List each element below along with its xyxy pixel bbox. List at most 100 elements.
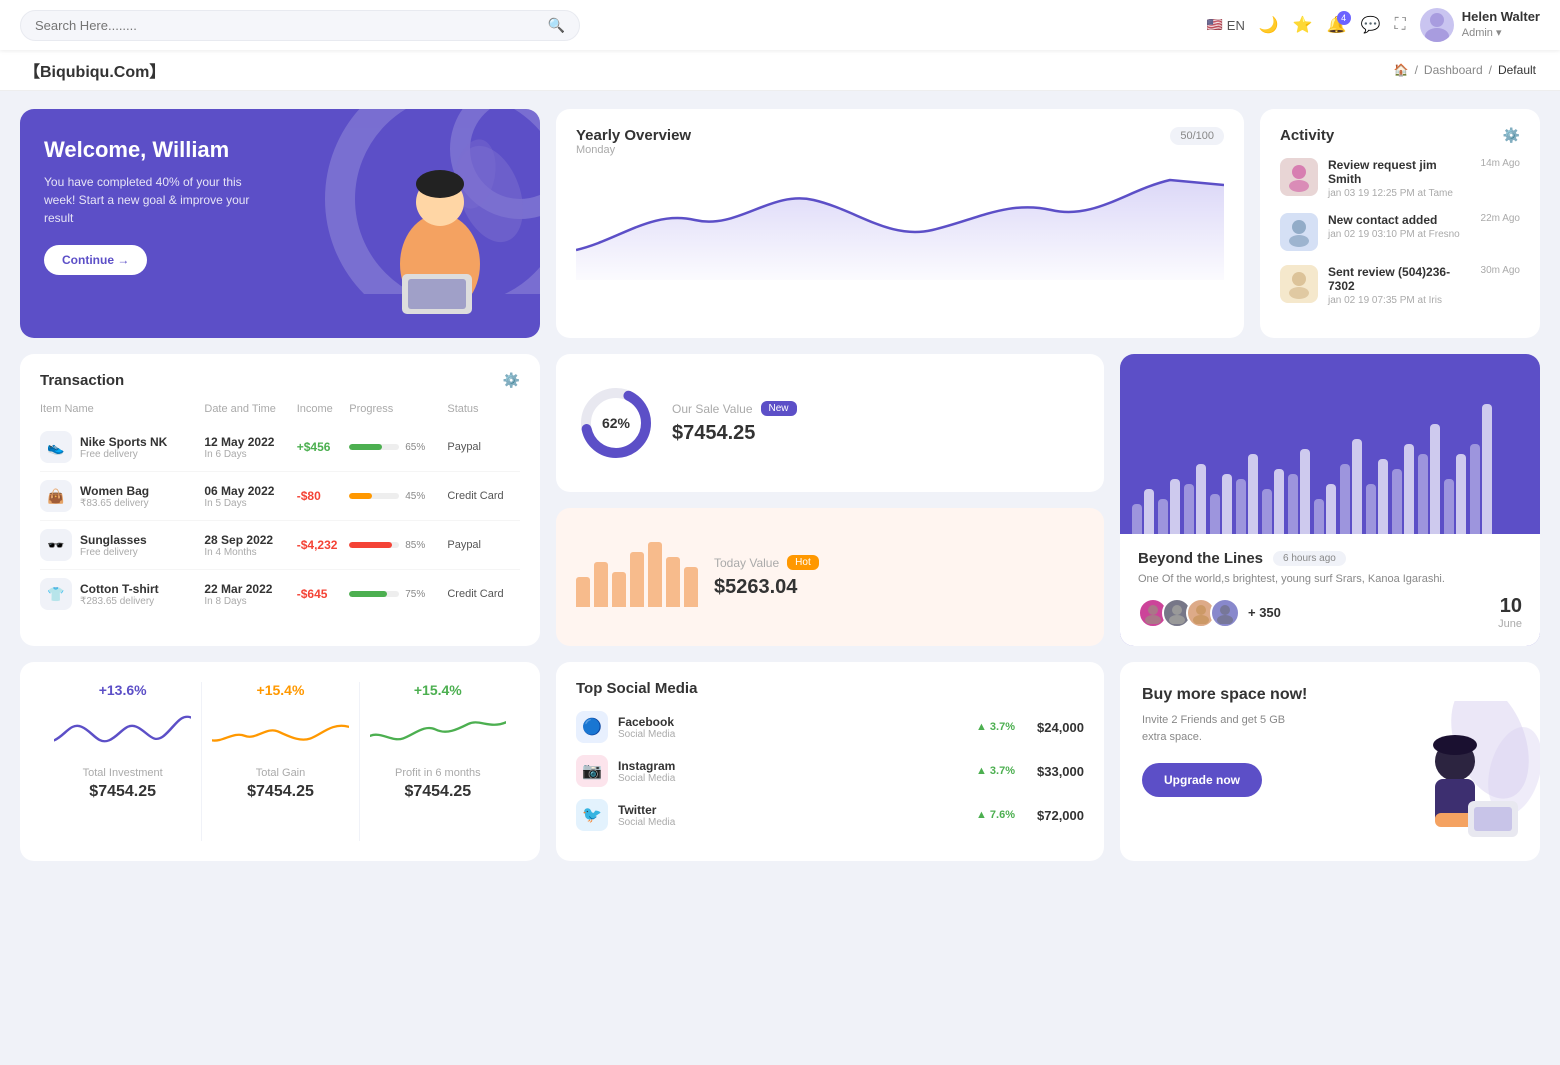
activity-item-1: Review request jim Smith jan 03 19 12:25… [1280, 158, 1520, 199]
activity-thumb-2 [1280, 213, 1318, 251]
beyond-bar [1392, 469, 1402, 534]
yearly-overview-card: Yearly Overview Monday 50/100 [556, 109, 1244, 338]
main-content: Welcome, William You have completed 40% … [0, 91, 1560, 879]
user-menu[interactable]: Helen Walter Admin ▾ [1420, 8, 1540, 42]
activity-info-1: Review request jim Smith jan 03 19 12:25… [1328, 158, 1471, 199]
welcome-card: Welcome, William You have completed 40% … [20, 109, 540, 338]
activity-desc-1: jan 03 19 12:25 PM at Tame [1328, 188, 1471, 199]
header: 🔍 🇺🇸 EN 🌙 ⭐ 🔔 4 💬 ⛶ Helen Walter Admin ▾ [0, 0, 1560, 50]
beyond-card: Beyond the Lines 6 hours ago One Of the … [1120, 354, 1540, 646]
beyond-bar [1222, 474, 1232, 534]
beyond-title: Beyond the Lines [1138, 550, 1263, 567]
beyond-avatars-wrap: + 350 [1138, 598, 1281, 628]
breadcrumb: 🏠 / Dashboard / Default [1394, 63, 1536, 77]
sale-value-card: 62% Our Sale Value New $7454.25 [556, 354, 1104, 492]
user-role: Admin ▾ [1462, 26, 1540, 40]
activity-time-1: 14m Ago [1481, 158, 1520, 169]
today-bar [612, 572, 626, 607]
beyond-bar [1248, 454, 1258, 534]
social-item-1: 📷 Instagram Social Media ▲ 3.7% $33,000 [576, 755, 1084, 787]
sale-badge: New [761, 401, 797, 416]
breadcrumb-dashboard[interactable]: Dashboard [1424, 63, 1483, 77]
search-bar[interactable]: 🔍 [20, 10, 580, 41]
beyond-bar [1404, 444, 1414, 534]
activity-time-2: 22m Ago [1481, 213, 1520, 224]
social-items: 🔵 Facebook Social Media ▲ 3.7% $24,000 📷… [576, 711, 1084, 831]
social-item-2: 🐦 Twitter Social Media ▲ 7.6% $72,000 [576, 799, 1084, 831]
stat-item-2: +15.4% Profit in 6 months $7454.25 [359, 682, 516, 841]
social-media-card: Top Social Media 🔵 Facebook Social Media… [556, 662, 1104, 861]
home-icon[interactable]: 🏠 [1394, 63, 1409, 77]
beyond-bar [1482, 404, 1492, 534]
sale-info: Our Sale Value New $7454.25 [672, 401, 797, 445]
transaction-table: Item Name Date and Time Income Progress … [40, 403, 520, 618]
beyond-bar [1158, 499, 1168, 534]
beyond-bar [1340, 464, 1350, 534]
buyspace-description: Invite 2 Friends and get 5 GB extra spac… [1142, 712, 1302, 745]
flag-icon: 🇺🇸 [1207, 17, 1223, 33]
beyond-bar-group [1470, 404, 1492, 534]
notification-badge: 4 [1337, 11, 1351, 25]
beyond-bar-group [1184, 464, 1206, 534]
today-title: Today Value [714, 556, 779, 570]
yearly-title: Yearly Overview [576, 127, 691, 144]
breadcrumb-default: Default [1498, 63, 1536, 77]
transaction-card: Transaction ⚙️ Item Name Date and Time I… [20, 354, 540, 646]
star-icon[interactable]: ⭐ [1293, 15, 1313, 35]
beyond-bar-group [1262, 469, 1284, 534]
beyond-bar [1378, 459, 1388, 534]
header-right: 🇺🇸 EN 🌙 ⭐ 🔔 4 💬 ⛶ Helen Walter Admin ▾ [1207, 8, 1540, 42]
activity-settings-icon[interactable]: ⚙️ [1503, 127, 1520, 144]
transaction-title: Transaction [40, 372, 124, 389]
row2: Transaction ⚙️ Item Name Date and Time I… [20, 354, 1540, 646]
language-selector[interactable]: 🇺🇸 EN [1207, 17, 1245, 33]
search-input[interactable] [35, 18, 548, 33]
beyond-footer: + 350 10 June [1138, 595, 1522, 630]
beyond-bar [1326, 484, 1336, 534]
beyond-bar [1300, 449, 1310, 534]
col-income: Income [297, 403, 350, 423]
stat-item-1: +15.4% Total Gain $7454.25 [201, 682, 358, 841]
beyond-bar-group [1288, 449, 1310, 534]
beyond-bar-group [1418, 424, 1440, 534]
activity-title: Activity [1280, 127, 1334, 144]
yearly-badge: 50/100 [1170, 127, 1224, 145]
beyond-bar [1210, 494, 1220, 534]
activity-info-2: New contact added jan 02 19 03:10 PM at … [1328, 213, 1471, 240]
beyond-plus-count: + 350 [1248, 605, 1281, 620]
social-title: Top Social Media [576, 680, 1084, 697]
beyond-date-month: June [1498, 618, 1522, 630]
activity-title-1: Review request jim Smith [1328, 158, 1471, 186]
today-bar [684, 567, 698, 607]
activity-info-3: Sent review (504)236-7302 jan 02 19 07:3… [1328, 265, 1471, 306]
beyond-description: One Of the world,s brightest, young surf… [1138, 573, 1522, 585]
expand-icon[interactable]: ⛶ [1395, 16, 1406, 34]
buyspace-title: Buy more space now! [1142, 686, 1342, 704]
buyspace-illustration [1360, 701, 1540, 861]
continue-button[interactable]: Continue → [44, 245, 147, 275]
beyond-chart [1120, 354, 1540, 534]
brand-logo: 【Biqubiqu.Com】 [24, 58, 165, 82]
today-bar [666, 557, 680, 607]
beyond-bar [1262, 489, 1272, 534]
search-icon: 🔍 [548, 17, 565, 34]
table-row: 👟 Nike Sports NK Free delivery 12 May 20… [40, 423, 520, 472]
activity-thumb-3 [1280, 265, 1318, 303]
welcome-title: Welcome, William [44, 137, 264, 163]
today-bar [648, 542, 662, 607]
transaction-settings-icon[interactable]: ⚙️ [503, 372, 520, 389]
beyond-time: 6 hours ago [1273, 551, 1346, 566]
today-badge: Hot [787, 555, 819, 570]
dark-mode-icon[interactable]: 🌙 [1259, 15, 1279, 35]
row1: Welcome, William You have completed 40% … [20, 109, 1540, 338]
beyond-bar-group [1444, 454, 1466, 534]
notification-icon[interactable]: 🔔 4 [1327, 15, 1347, 35]
table-row: 👜 Women Bag ₹83.65 delivery 06 May 2022 … [40, 472, 520, 521]
lang-label: EN [1227, 18, 1245, 33]
chat-icon[interactable]: 💬 [1361, 15, 1381, 35]
upgrade-button[interactable]: Upgrade now [1142, 763, 1262, 797]
sale-value-num: $7454.25 [672, 422, 797, 445]
beyond-bar [1288, 474, 1298, 534]
stats-card: +13.6% Total Investment $7454.25 +15.4% … [20, 662, 540, 861]
sale-percent: 62% [602, 415, 630, 431]
